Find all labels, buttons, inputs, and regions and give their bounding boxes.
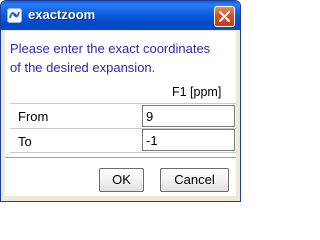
row-label-to: To: [18, 134, 32, 149]
row-label-from: From: [18, 109, 49, 124]
ok-button[interactable]: OK: [99, 168, 144, 192]
cancel-button[interactable]: Cancel: [160, 168, 229, 192]
dialog-content: Please enter the exact coordinates of th…: [5, 31, 236, 196]
table-divider: [10, 152, 236, 153]
close-icon: [219, 11, 230, 22]
title-bar[interactable]: exactzoom: [1, 1, 240, 30]
window-title: exactzoom: [28, 7, 96, 22]
message-line-2: of the desired expansion.: [10, 60, 156, 75]
column-header-f1: F1 [ppm]: [172, 85, 222, 99]
message-line-1: Please enter the exact coordinates: [10, 41, 211, 56]
button-separator: [5, 157, 236, 158]
to-field[interactable]: [142, 129, 235, 151]
table-divider: [10, 103, 236, 104]
from-field[interactable]: [142, 105, 235, 127]
exactzoom-dialog: exactzoom Please enter the exact coordin…: [0, 0, 241, 202]
close-button[interactable]: [214, 6, 235, 27]
instruction-message: Please enter the exact coordinates of th…: [10, 39, 235, 77]
app-icon: [7, 8, 22, 23]
